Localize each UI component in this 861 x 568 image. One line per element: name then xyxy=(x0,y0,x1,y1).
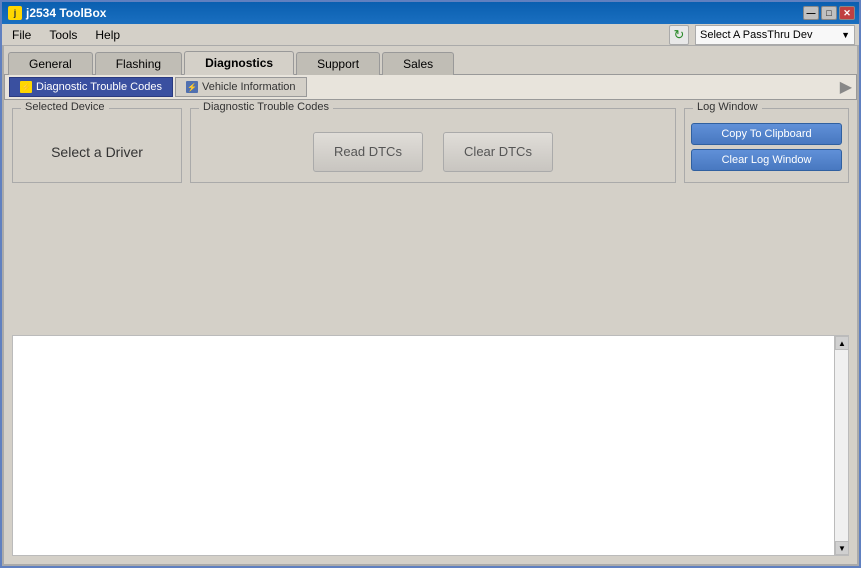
log-window-panel: Log Window Copy To Clipboard Clear Log W… xyxy=(684,108,849,183)
menu-file[interactable]: File xyxy=(6,26,37,44)
app-window: j j2534 ToolBox — □ ✕ File Tools Help ↻ … xyxy=(0,0,861,568)
subtabs-container: ⚡ Diagnostic Trouble Codes ⚡ Vehicle Inf… xyxy=(4,74,857,100)
vehicle-icon: ⚡ xyxy=(186,81,198,93)
log-window-legend: Log Window xyxy=(693,101,762,113)
tab-diagnostics[interactable]: Diagnostics xyxy=(184,51,294,75)
passthru-dropdown[interactable]: Select A PassThru Dev ▼ xyxy=(695,25,855,45)
subtab-vehicle-label: Vehicle Information xyxy=(202,81,296,93)
dtc-panel-legend: Diagnostic Trouble Codes xyxy=(199,101,333,113)
selected-device-legend: Selected Device xyxy=(21,101,109,113)
subtabs-scroll-right[interactable]: ▶ xyxy=(840,77,852,97)
tabs-container: General Flashing Diagnostics Support Sal… xyxy=(4,46,857,74)
title-bar: j j2534 ToolBox — □ ✕ xyxy=(2,2,859,24)
subtab-dtc[interactable]: ⚡ Diagnostic Trouble Codes xyxy=(9,77,173,97)
dropdown-arrow-icon: ▼ xyxy=(841,30,850,40)
tab-support[interactable]: Support xyxy=(296,52,380,75)
scrollbar-track xyxy=(835,350,848,541)
log-scrollbar: ▲ ▼ xyxy=(834,336,848,555)
clear-dtcs-button[interactable]: Clear DTCs xyxy=(443,132,553,172)
select-driver-text: Select a Driver xyxy=(51,144,143,160)
passthru-label: Select A PassThru Dev xyxy=(700,29,813,41)
scrollbar-down-arrow[interactable]: ▼ xyxy=(835,541,849,555)
clear-log-window-button[interactable]: Clear Log Window xyxy=(691,149,842,171)
close-button[interactable]: ✕ xyxy=(839,6,855,20)
tab-general[interactable]: General xyxy=(8,52,93,75)
tab-sales[interactable]: Sales xyxy=(382,52,454,75)
dtc-panel: Diagnostic Trouble Codes Read DTCs Clear… xyxy=(190,108,676,183)
content-pane: Selected Device Select a Driver Diagnost… xyxy=(4,100,857,335)
read-dtcs-button[interactable]: Read DTCs xyxy=(313,132,423,172)
main-panel: General Flashing Diagnostics Support Sal… xyxy=(2,46,859,566)
menu-tools[interactable]: Tools xyxy=(43,26,83,44)
minimize-button[interactable]: — xyxy=(803,6,819,20)
menu-bar: File Tools Help ↻ Select A PassThru Dev … xyxy=(2,24,859,46)
subtab-dtc-label: Diagnostic Trouble Codes xyxy=(36,81,162,93)
maximize-button[interactable]: □ xyxy=(821,6,837,20)
selected-device-panel: Selected Device Select a Driver xyxy=(12,108,182,183)
refresh-button[interactable]: ↻ xyxy=(669,25,689,45)
log-text-area xyxy=(13,336,848,555)
subtab-vehicle-info[interactable]: ⚡ Vehicle Information xyxy=(175,77,307,97)
title-bar-buttons: — □ ✕ xyxy=(803,6,855,20)
title-bar-left: j j2534 ToolBox xyxy=(8,6,106,20)
copy-to-clipboard-button[interactable]: Copy To Clipboard xyxy=(691,123,842,145)
tab-flashing[interactable]: Flashing xyxy=(95,52,182,75)
menu-help[interactable]: Help xyxy=(89,26,126,44)
log-content-area: ▲ ▼ xyxy=(12,335,849,556)
scrollbar-up-arrow[interactable]: ▲ xyxy=(835,336,849,350)
title-text: j2534 ToolBox xyxy=(26,6,106,20)
app-icon: j xyxy=(8,6,22,20)
dtc-icon: ⚡ xyxy=(20,81,32,93)
